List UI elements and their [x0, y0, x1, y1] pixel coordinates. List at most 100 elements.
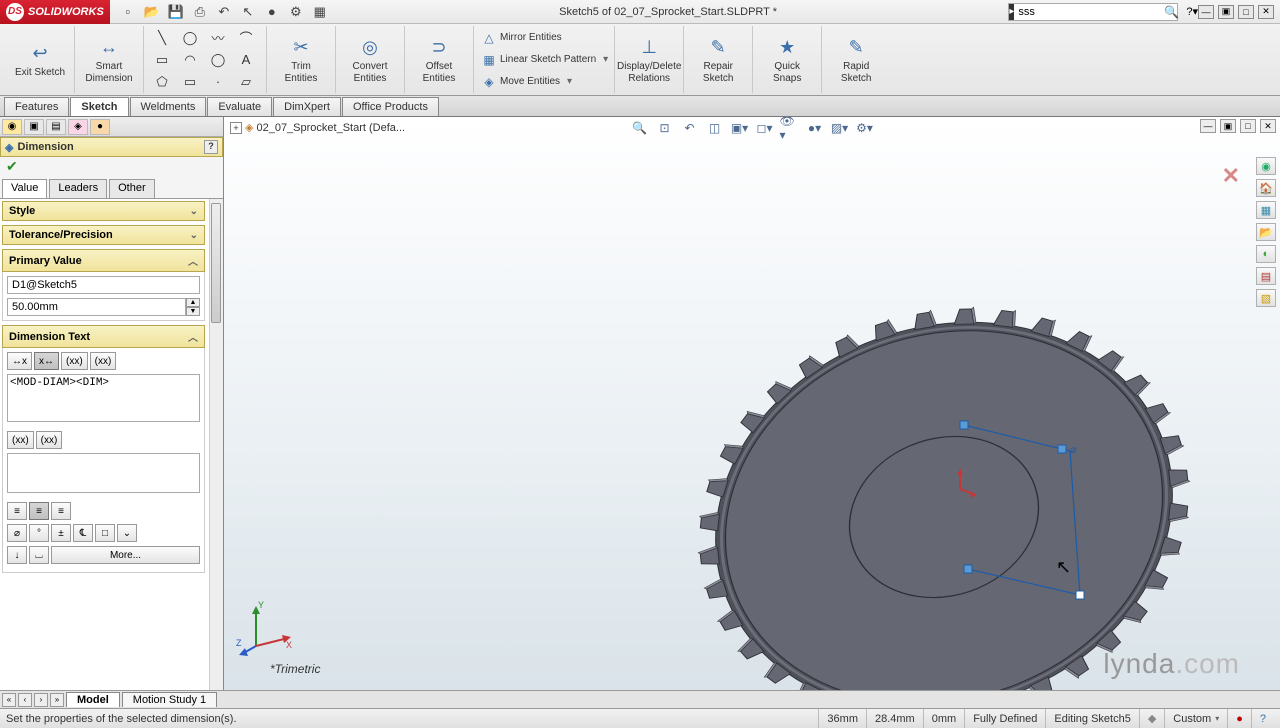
subtab-leaders[interactable]: Leaders — [49, 179, 107, 198]
trim-entities-button[interactable]: ✂Trim Entities — [273, 33, 329, 87]
text-icon[interactable]: A — [234, 51, 258, 69]
model-tab[interactable]: Model — [66, 692, 120, 707]
print-icon[interactable]: ⎙ — [192, 4, 208, 20]
select-icon[interactable]: ↖ — [240, 4, 256, 20]
justify-center-button[interactable]: ≡ — [29, 502, 49, 520]
tab-features[interactable]: Features — [4, 97, 69, 116]
new-icon[interactable]: ▫ — [120, 4, 136, 20]
rectangle-icon[interactable]: ▭ — [150, 51, 174, 69]
tab-nav-last-icon[interactable]: » — [50, 693, 64, 707]
pm-tool-2-icon[interactable]: ▣ — [24, 119, 44, 135]
dimension-text-section-header[interactable]: Dimension Text︿ — [2, 325, 205, 348]
vp-restore-button[interactable]: ▣ — [1220, 119, 1236, 133]
open-icon[interactable]: 📂 — [144, 4, 160, 20]
symbol-depth-button[interactable]: ↓ — [7, 546, 27, 564]
point-icon[interactable]: · — [206, 73, 230, 91]
quick-snaps-button[interactable]: ★Quick Snaps — [759, 33, 815, 87]
pm-tool-3-icon[interactable]: ▤ — [46, 119, 66, 135]
ok-button[interactable]: ✔ — [6, 158, 18, 175]
vp-close-button[interactable]: ✕ — [1260, 119, 1276, 133]
search-icon[interactable]: 🔍 — [1164, 5, 1179, 19]
pm-help-button[interactable]: ? — [204, 140, 218, 154]
custom-props-icon[interactable]: ▤ — [1256, 267, 1276, 285]
tab-weldments[interactable]: Weldments — [130, 97, 207, 116]
plane-icon[interactable]: ▱ — [234, 73, 258, 91]
hide-show-icon[interactable]: 👁▾ — [780, 119, 800, 137]
symbol-counterbore-button[interactable]: ⌴ — [29, 546, 49, 564]
tab-nav-next-icon[interactable]: › — [34, 693, 48, 707]
spline-icon[interactable]: 〰 — [206, 29, 230, 47]
repair-sketch-button[interactable]: ✎Repair Sketch — [690, 33, 746, 87]
arc-icon[interactable]: ◠ — [178, 51, 202, 69]
expand-icon[interactable]: + — [230, 122, 242, 134]
spin-up-icon[interactable]: ▲ — [186, 298, 200, 307]
pm-tool-4-icon[interactable]: ◈ — [68, 119, 88, 135]
motion-study-tab[interactable]: Motion Study 1 — [122, 692, 217, 707]
primary-value-section-header[interactable]: Primary Value︿ — [2, 249, 205, 272]
save-icon[interactable]: 💾 — [168, 4, 184, 20]
dimension-text-secondary-field[interactable] — [7, 453, 200, 493]
linear-pattern-button[interactable]: ▦Linear Sketch Pattern▾ — [482, 50, 608, 70]
text-paren1-button[interactable]: (xx) — [61, 352, 88, 370]
slot-icon[interactable]: ▭ — [178, 73, 202, 91]
view-settings-icon[interactable]: ⚙▾ — [855, 119, 875, 137]
text-paren2-button[interactable]: (xx) — [90, 352, 117, 370]
tab-nav-prev-icon[interactable]: ‹ — [18, 693, 32, 707]
pm-tool-1-icon[interactable]: ◉ — [2, 119, 22, 135]
sw-resources-icon[interactable]: ◉ — [1256, 157, 1276, 175]
symbol-diameter-button[interactable]: ⌀ — [7, 524, 27, 542]
search-box[interactable]: ▸ 🔍 — [1008, 3, 1178, 21]
undo-icon[interactable]: ↶ — [216, 4, 232, 20]
fillet-icon[interactable]: ⌒ — [234, 29, 258, 47]
restore-button[interactable]: ▣ — [1218, 5, 1234, 19]
close-button[interactable]: ✕ — [1258, 5, 1274, 19]
text-paren3-button[interactable]: (xx) — [7, 431, 34, 449]
more-button[interactable]: More... — [51, 546, 200, 564]
text-center-dim-button[interactable]: x↔ — [34, 352, 59, 370]
value-spinner[interactable]: ▲▼ — [186, 298, 200, 316]
symbol-more-button[interactable]: ⌄ — [117, 524, 137, 542]
section-view-icon[interactable]: ◫ — [705, 119, 725, 137]
convert-entities-button[interactable]: ◎Convert Entities — [342, 33, 398, 87]
panel-scrollbar[interactable] — [209, 199, 223, 690]
circle-icon[interactable]: ◯ — [178, 29, 202, 47]
tab-dimxpert[interactable]: DimXpert — [273, 97, 341, 116]
subtab-other[interactable]: Other — [109, 179, 155, 198]
minimize-button[interactable]: — — [1198, 5, 1214, 19]
spin-down-icon[interactable]: ▼ — [186, 307, 200, 316]
edit-appearance-icon[interactable]: ●▾ — [805, 119, 825, 137]
symbol-plusminus-button[interactable]: ± — [51, 524, 71, 542]
status-record-icon[interactable]: ● — [1227, 709, 1251, 728]
apply-scene-icon[interactable]: ▨▾ — [830, 119, 850, 137]
view-palette-icon[interactable]: 📂 — [1256, 223, 1276, 241]
options-icon[interactable]: ⚙ — [288, 4, 304, 20]
tolerance-section-header[interactable]: Tolerance/Precision⌄ — [2, 225, 205, 245]
symbol-degree-button[interactable]: ° — [29, 524, 49, 542]
subtab-value[interactable]: Value — [2, 179, 47, 198]
maximize-button[interactable]: □ — [1238, 5, 1254, 19]
zoom-area-icon[interactable]: ⊡ — [655, 119, 675, 137]
ellipse-icon[interactable]: ◯ — [206, 51, 230, 69]
smart-dimension-button[interactable]: ↔Smart Dimension — [81, 33, 137, 87]
display-style-icon[interactable]: ◻▾ — [755, 119, 775, 137]
pm-tool-5-icon[interactable]: ● — [90, 119, 110, 135]
help-icon[interactable]: ?▾ — [1186, 5, 1198, 18]
mirror-entities-button[interactable]: △Mirror Entities — [482, 28, 608, 48]
search-input[interactable] — [1014, 6, 1164, 18]
polygon-icon[interactable]: ⬠ — [150, 73, 174, 91]
text-paren4-button[interactable]: (xx) — [36, 431, 63, 449]
tab-office[interactable]: Office Products — [342, 97, 439, 116]
flyout-feature-tree[interactable]: + ◈ 02_07_Sprocket_Start (Defa... — [230, 121, 405, 134]
tab-nav-first-icon[interactable]: « — [2, 693, 16, 707]
offset-entities-button[interactable]: ⊃Offset Entities — [411, 33, 467, 87]
dimension-text-field[interactable]: <MOD-DIAM><DIM> — [7, 374, 200, 422]
dropdown-icon[interactable]: ▦ — [312, 4, 328, 20]
vp-min-button[interactable]: — — [1200, 119, 1216, 133]
symbol-centerline-button[interactable]: ℄ — [73, 524, 93, 542]
tab-evaluate[interactable]: Evaluate — [207, 97, 272, 116]
previous-view-icon[interactable]: ↶ — [680, 119, 700, 137]
status-units[interactable]: Custom ▾ — [1164, 709, 1227, 728]
move-entities-button[interactable]: ◈Move Entities▾ — [482, 72, 608, 92]
style-section-header[interactable]: Style⌄ — [2, 201, 205, 221]
symbol-square-button[interactable]: □ — [95, 524, 115, 542]
